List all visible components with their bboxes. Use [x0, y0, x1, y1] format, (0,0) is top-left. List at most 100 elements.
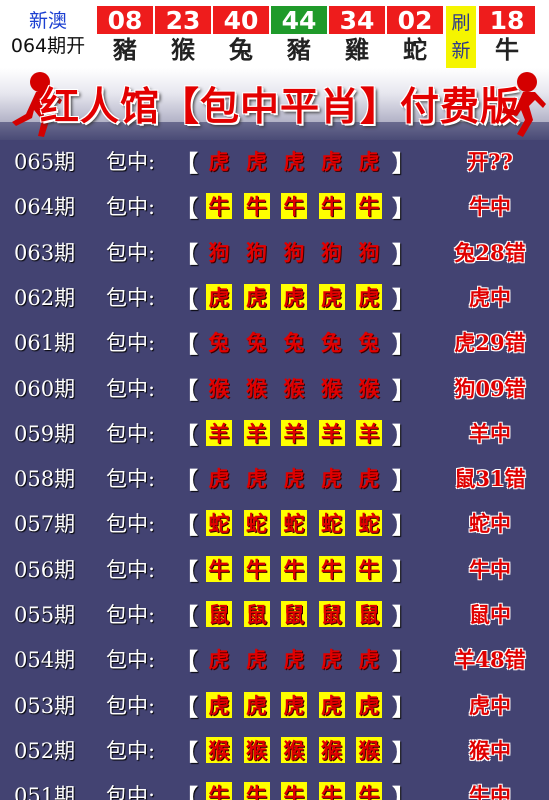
row-zodiac: 虎	[283, 149, 305, 174]
row-zodiac: 猴	[208, 375, 230, 401]
close-bracket: 】	[392, 603, 415, 630]
close-bracket: 】	[392, 784, 415, 800]
banner-title: 红人馆【包中平肖】付费版	[40, 84, 521, 130]
row-zodiac: 牛	[243, 555, 270, 582]
close-bracket: 】	[392, 376, 415, 404]
row-zodiac: 猴	[318, 736, 345, 763]
open-bracket: 【	[175, 784, 198, 800]
row-zodiac: 兔	[208, 330, 230, 356]
row-zodiac-group: 猴猴猴猴猴	[206, 736, 394, 763]
row-zodiac-group: 虎虎虎虎虎	[206, 465, 394, 491]
row-zodiac: 虎	[243, 283, 270, 310]
close-bracket: 】	[392, 512, 415, 540]
refresh-button[interactable]: 刷 新	[446, 6, 476, 68]
row-issue: 062期	[14, 285, 76, 310]
row-zodiac-group: 牛牛牛牛牛	[206, 193, 394, 220]
row-result: 鼠31错	[454, 466, 526, 492]
ball-number: 02	[387, 6, 443, 35]
row-zodiac: 羊	[206, 419, 232, 446]
ball-zodiac: 蛇	[403, 36, 427, 64]
row-zodiac: 牛	[356, 193, 382, 220]
close-bracket: 】	[392, 195, 415, 223]
draw-ball-5: 34 雞	[328, 6, 386, 68]
latest-draw-bar: 新澳 064期开 08 豬 23 猴 40 兔 44 豬 34 雞 02 蛇 刷	[0, 0, 549, 68]
row-zodiac: 猴	[321, 375, 342, 401]
row-zodiac: 猴	[246, 375, 267, 401]
row-zodiac: 狗	[358, 239, 380, 265]
row-zodiac: 蛇	[281, 510, 307, 537]
close-bracket: 】	[392, 648, 415, 676]
open-bracket: 【	[175, 240, 198, 268]
draw-ball-1: 08 豬	[96, 6, 154, 68]
prediction-row: 051期 包中: 【牛牛牛牛牛】牛中	[0, 774, 549, 800]
open-bracket: 【	[175, 603, 198, 630]
row-zodiac: 虎	[356, 283, 382, 310]
red-runner-icon	[502, 72, 546, 137]
row-zodiac-group: 虎虎虎虎虎	[206, 283, 394, 310]
row-zodiac: 猴	[283, 375, 305, 401]
row-zodiac: 鼠	[281, 601, 307, 627]
row-issue: 056期	[14, 557, 76, 582]
row-issue: 055期	[14, 603, 76, 627]
row-zodiac: 虎	[321, 149, 342, 174]
row-zodiac: 牛	[206, 555, 232, 582]
row-zodiac: 虎	[208, 647, 230, 673]
row-label: 包中:	[106, 784, 156, 800]
close-bracket: 】	[392, 421, 415, 449]
ball-number: 34	[329, 6, 385, 35]
row-label: 包中:	[106, 285, 156, 310]
row-label: 包中:	[106, 557, 156, 582]
row-zodiac: 狗	[246, 239, 267, 265]
row-label: 包中:	[106, 648, 156, 673]
row-zodiac: 蛇	[243, 510, 270, 537]
row-issue: 057期	[14, 512, 76, 537]
row-zodiac-group: 鼠鼠鼠鼠鼠	[206, 601, 394, 627]
row-zodiac-group: 虎虎虎虎虎	[206, 148, 394, 174]
row-zodiac: 狗	[283, 239, 305, 265]
open-bracket: 【	[175, 285, 198, 313]
row-issue: 053期	[14, 693, 76, 718]
row-zodiac: 虎	[206, 283, 232, 310]
row-issue: 060期	[14, 376, 76, 401]
row-zodiac-group: 虎虎虎虎虎	[206, 646, 394, 672]
prediction-row: 060期 包中: 【猴猴猴猴猴】狗09错	[0, 367, 549, 412]
special-ball: 18 牛	[478, 6, 536, 68]
ball-number: 18	[479, 6, 535, 35]
refresh-label-bottom: 新	[451, 40, 471, 62]
prediction-row: 064期 包中: 【牛牛牛牛牛】牛中	[0, 185, 549, 230]
row-zodiac-group: 羊羊羊羊羊	[206, 419, 394, 446]
prediction-row: 065期 包中: 【虎虎虎虎虎】开??	[0, 140, 549, 185]
ball-zodiac: 豬	[113, 36, 137, 64]
row-zodiac: 虎	[358, 647, 380, 673]
row-zodiac: 牛	[281, 782, 307, 800]
row-zodiac: 牛	[281, 555, 307, 582]
row-result: 鼠中	[469, 602, 511, 627]
row-result: 虎中	[469, 284, 511, 310]
row-result: 牛中	[469, 194, 511, 220]
row-zodiac-group: 蛇蛇蛇蛇蛇	[206, 510, 394, 537]
row-label: 包中:	[106, 693, 156, 718]
prediction-list: 065期 包中: 【虎虎虎虎虎】开?? 064期 包中: 【牛牛牛牛牛】牛中 063期 包中:…	[0, 140, 549, 800]
row-label: 包中:	[106, 738, 156, 763]
prediction-row: 053期 包中: 【虎虎虎虎虎】虎中	[0, 684, 549, 729]
refresh-label-top: 刷	[451, 12, 471, 34]
row-zodiac: 兔	[321, 330, 342, 356]
prediction-row: 063期 包中: 【狗狗狗狗狗】兔28错	[0, 231, 549, 276]
row-zodiac: 虎	[356, 691, 382, 718]
row-zodiac: 牛	[243, 193, 270, 220]
row-issue: 051期	[14, 784, 76, 800]
open-bracket: 【	[175, 693, 198, 721]
row-issue: 063期	[14, 240, 76, 265]
ball-zodiac: 豬	[287, 36, 311, 64]
row-zodiac-group: 牛牛牛牛牛	[206, 782, 394, 800]
prediction-row: 061期 包中: 【兔兔兔兔兔】虎29错	[0, 321, 549, 366]
region-label: 新澳	[28, 10, 67, 32]
row-zodiac-group: 猴猴猴猴猴	[206, 375, 394, 401]
row-zodiac: 牛	[281, 193, 307, 220]
open-bracket: 【	[175, 648, 198, 676]
row-zodiac: 牛	[318, 555, 345, 582]
prediction-row: 056期 包中: 【牛牛牛牛牛】牛中	[0, 548, 549, 593]
row-zodiac: 鼠	[243, 601, 270, 627]
open-bracket: 【	[175, 150, 198, 177]
row-result: 兔28错	[454, 239, 526, 265]
